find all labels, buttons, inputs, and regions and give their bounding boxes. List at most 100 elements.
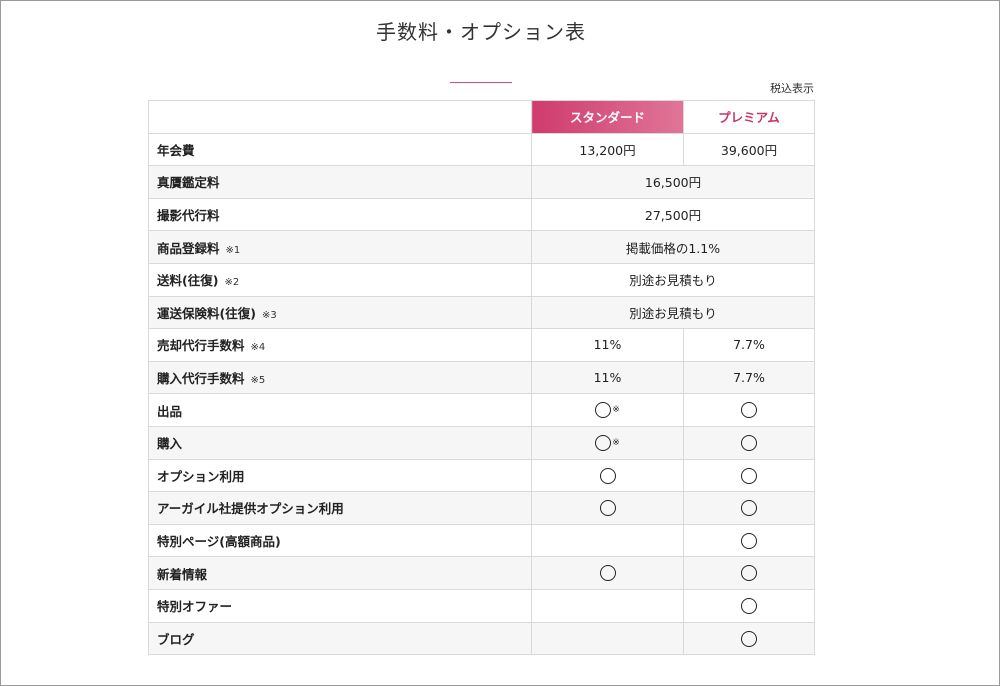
shared-plan-value: 27,500円	[644, 208, 702, 224]
row-label-cell: 送料(往復) ※2	[148, 262, 532, 297]
fee-options-table: スタンダード プレミアム 年会費 13,200円 39,600円真贋鑑定料 16,50…	[148, 100, 815, 656]
row-label: 購入	[157, 436, 183, 452]
row-label-cell: オプション利用	[148, 458, 532, 493]
premium-plan-cell: 7.7%	[683, 328, 815, 362]
standard-plan-value: 13,200円	[579, 142, 636, 158]
shared-plan-value: 別途お見積もり	[629, 305, 717, 321]
row-label: 特別オファー	[157, 599, 233, 615]
table-row: 特別ページ(高額商品)	[148, 523, 815, 558]
row-label-cell: 購入	[148, 425, 532, 460]
row-label: 商品登録料	[157, 240, 220, 256]
table-row: 新着情報	[148, 556, 815, 590]
header-premium-plan[interactable]: プレミアム	[683, 100, 815, 134]
circle-check-icon	[741, 630, 757, 647]
premium-plan-cell	[683, 588, 815, 623]
row-label-cell: 撮影代行料	[148, 197, 532, 232]
table-row: 特別オファー	[148, 588, 815, 623]
standard-plan-cell: ※	[531, 425, 684, 460]
circle-check-icon	[599, 467, 616, 484]
row-label-cell: 特別ページ(高額商品)	[148, 523, 532, 558]
premium-plan-cell	[683, 491, 815, 525]
row-label-cell: 新着情報	[148, 556, 532, 590]
circle-check-icon	[741, 532, 757, 549]
premium-plan-value: 7.7%	[733, 337, 765, 353]
row-label: 年会費	[157, 142, 195, 158]
footnote-ref: ※4	[250, 342, 266, 354]
table-row: 運送保険料(往復) ※3 別途お見積もり	[148, 295, 815, 330]
circle-check-icon	[741, 467, 757, 484]
row-label: 撮影代行料	[157, 208, 220, 224]
circle-check-icon	[741, 402, 757, 419]
row-label-cell: 出品	[148, 393, 532, 427]
footnote-ref: ※2	[224, 277, 240, 289]
row-label: 運送保険料(往復)	[157, 305, 256, 321]
footnote-ref: ※1	[225, 244, 241, 256]
header-label-cell	[148, 100, 532, 134]
row-label: アーガイル社提供オプション利用	[157, 501, 344, 517]
row-label-cell: 年会費	[148, 132, 532, 167]
shared-plan-value: 別途お見積もり	[629, 273, 717, 289]
shared-plan-cell: 27,500円	[531, 197, 815, 232]
row-label: 特別ページ(高額商品)	[157, 534, 281, 550]
premium-plan-cell	[683, 458, 815, 493]
row-label: 購入代行手数料	[157, 371, 245, 387]
circle-check-icon	[741, 597, 757, 614]
table-row: 出品 ※	[148, 393, 815, 427]
table-row: 購入代行手数料 ※5 11% 7.7%	[148, 360, 815, 395]
standard-plan-cell: ※	[531, 393, 684, 427]
table-row: アーガイル社提供オプション利用	[148, 491, 815, 525]
premium-plan-value: 39,600円	[720, 142, 778, 158]
circle-check-icon	[741, 500, 757, 517]
table-row: オプション利用	[148, 458, 815, 493]
circle-check-icon	[599, 500, 616, 517]
table-row: 売却代行手数料 ※4 11% 7.7%	[148, 328, 815, 362]
premium-plan-cell	[683, 425, 815, 460]
shared-plan-cell: 別途お見積もり	[531, 295, 815, 330]
standard-plan-cell	[531, 523, 684, 558]
table-row: 年会費 13,200円 39,600円	[148, 132, 815, 167]
circle-check-icon	[741, 565, 757, 582]
standard-plan-cell	[531, 458, 684, 493]
shared-plan-cell: 別途お見積もり	[531, 262, 815, 297]
row-label-cell: 特別オファー	[148, 588, 532, 623]
row-label-cell: 売却代行手数料 ※4	[148, 328, 532, 362]
header-standard-plan[interactable]: スタンダード	[531, 100, 684, 134]
standard-plan-cell: 11%	[531, 328, 684, 362]
row-label: 売却代行手数料	[157, 338, 245, 354]
standard-plan-value: 11%	[593, 337, 622, 353]
row-label: 新着情報	[157, 566, 208, 582]
premium-plan-cell	[683, 556, 815, 590]
footnote-ref: ※3	[261, 309, 277, 321]
tax-note: 税込表示	[770, 82, 814, 95]
row-label-cell: ブログ	[148, 621, 532, 656]
row-label: 真贋鑑定料	[157, 175, 220, 191]
table-row: 真贋鑑定料 16,500円	[148, 165, 815, 199]
table-row: 撮影代行料 27,500円	[148, 197, 815, 232]
standard-plan-value: 11%	[593, 370, 622, 386]
table-header-row: スタンダード プレミアム	[148, 100, 815, 134]
premium-plan-value: 7.7%	[733, 370, 765, 386]
footnote-ref: ※5	[250, 375, 266, 387]
premium-plan-cell: 7.7%	[683, 360, 815, 395]
premium-plan-cell	[683, 393, 815, 427]
row-label: ブログ	[157, 631, 195, 647]
circle-check-icon	[595, 402, 612, 419]
row-label: 送料(往復)	[157, 273, 219, 289]
circle-check-icon	[599, 565, 616, 582]
shared-plan-value: 16,500円	[644, 175, 702, 191]
row-label-cell: 運送保険料(往復) ※3	[148, 295, 532, 330]
table-row: ブログ	[148, 621, 815, 656]
row-label: 出品	[157, 403, 183, 419]
premium-plan-cell	[683, 523, 815, 558]
standard-plan-cell	[531, 588, 684, 623]
table-body: 年会費 13,200円 39,600円真贋鑑定料 16,500円撮影代行料 27,500…	[148, 132, 815, 656]
standard-plan-cell: 11%	[531, 360, 684, 395]
table-row: 送料(往復) ※2 別途お見積もり	[148, 262, 815, 297]
row-label: オプション利用	[157, 468, 245, 484]
row-label-cell: 真贋鑑定料	[148, 165, 532, 199]
asterisk-note: ※	[612, 405, 620, 416]
standard-plan-cell: 13,200円	[531, 132, 684, 167]
circle-check-icon	[595, 434, 612, 451]
premium-plan-cell	[683, 621, 815, 656]
row-label-cell: 購入代行手数料 ※5	[148, 360, 532, 395]
